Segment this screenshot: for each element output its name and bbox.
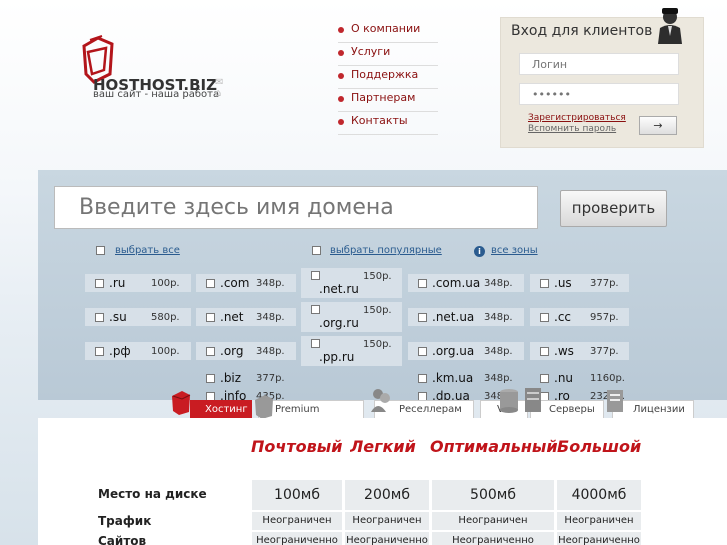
plan-cell: Неограничен: [557, 512, 641, 530]
login-field[interactable]: [519, 53, 679, 75]
zone-checkbox[interactable]: [418, 279, 427, 288]
zone-item[interactable]: .us 377р.: [530, 274, 629, 292]
box-icon: [172, 391, 191, 415]
plan-cell: 500мб: [432, 480, 554, 510]
plan-name: Большой: [557, 437, 641, 456]
nav-item-partners[interactable]: Партнерам: [338, 89, 438, 112]
zone-item[interactable]: .org.ru 150р.: [301, 302, 402, 332]
bullet-icon: [338, 96, 344, 102]
plan-cell: 100мб: [252, 480, 342, 510]
plan-name: Оптимальный: [430, 437, 558, 456]
zone-checkbox[interactable]: [418, 313, 427, 322]
zone-checkbox[interactable]: [540, 347, 549, 356]
info-icon[interactable]: i: [474, 246, 485, 257]
zone-item[interactable]: .net 348р.: [196, 308, 296, 326]
plan-cell: Неограниченно: [557, 532, 641, 545]
zone-item[interactable]: .km.ua 348р.: [408, 369, 524, 387]
sitemap-icon[interactable]: ⌂: [215, 88, 221, 99]
zone-checkbox[interactable]: [95, 347, 104, 356]
plan-cell: Неограниченно: [345, 532, 429, 545]
user-icon: [658, 8, 682, 44]
zone-checkbox[interactable]: [418, 374, 427, 383]
zone-checkbox[interactable]: [540, 313, 549, 322]
zone-checkbox[interactable]: [311, 305, 320, 314]
zone-item[interactable]: .cc 957р.: [530, 308, 629, 326]
select-popular-link[interactable]: выбрать популярные: [330, 245, 442, 256]
check-domain-button[interactable]: проверить: [560, 190, 667, 227]
zone-item[interactable]: .org 348р.: [196, 342, 296, 360]
domain-search-input[interactable]: [54, 186, 538, 229]
main-nav: О компании Услуги Поддержка Партнерам Ко…: [338, 20, 438, 135]
mail-icon[interactable]: ✉: [215, 77, 223, 88]
register-link[interactable]: Зарегистрироваться: [528, 113, 626, 123]
zone-checkbox[interactable]: [540, 374, 549, 383]
zone-checkbox[interactable]: [95, 313, 104, 322]
users-icon: [371, 389, 390, 412]
select-all-checkbox[interactable]: [96, 246, 105, 255]
plan-cell: 4000мб: [557, 480, 641, 510]
zone-checkbox[interactable]: [418, 347, 427, 356]
row-label-disk: Место на диске: [98, 487, 207, 501]
forgot-password-link[interactable]: Вспомнить пароль: [528, 124, 616, 134]
all-zones-link[interactable]: все зоны: [491, 245, 538, 256]
plan-cell: Неограничен: [252, 512, 342, 530]
zone-item[interactable]: .net.ua 348р.: [408, 308, 524, 326]
zone-item[interactable]: .ws 377р.: [530, 342, 629, 360]
plan-cell: Неограничен: [345, 512, 429, 530]
zone-checkbox[interactable]: [206, 279, 215, 288]
plan-cell: 200мб: [345, 480, 429, 510]
zone-checkbox[interactable]: [206, 313, 215, 322]
zone-checkbox[interactable]: [540, 279, 549, 288]
zone-item[interactable]: .com.ua 348р.: [408, 274, 524, 292]
password-field[interactable]: [519, 83, 679, 105]
select-popular-checkbox[interactable]: [312, 246, 321, 255]
bullet-icon: [338, 119, 344, 125]
nav-item-services[interactable]: Услуги: [338, 43, 438, 66]
plan-cell: Неограниченно: [252, 532, 342, 545]
license-icon: [607, 390, 623, 412]
zone-item[interactable]: .nu 1160р.: [530, 369, 629, 387]
plan-name: Почтовый: [251, 437, 343, 456]
select-all-link[interactable]: выбрать все: [115, 245, 180, 256]
zone-checkbox[interactable]: [311, 271, 320, 280]
row-label-sites: Сайтов: [98, 534, 147, 545]
zone-item[interactable]: .рф 100р.: [85, 342, 191, 360]
zone-item[interactable]: .ru 100р.: [85, 274, 191, 292]
brand-tagline: ваш сайт - наша работа: [93, 89, 220, 100]
plan-cell: Неограничен: [432, 512, 554, 530]
bullet-icon: [338, 50, 344, 56]
plan-cell: Неограниченно: [432, 532, 554, 545]
server-stack-icon: [500, 389, 518, 413]
zone-item[interactable]: .su 580р.: [85, 308, 191, 326]
zone-checkbox[interactable]: [95, 279, 104, 288]
zone-item[interactable]: .pp.ru 150р.: [301, 336, 402, 366]
server-icon: [525, 388, 541, 412]
box-gray-icon: [255, 395, 273, 419]
nav-item-about[interactable]: О компании: [338, 20, 438, 43]
zone-item[interactable]: .org.ua 348р.: [408, 342, 524, 360]
nav-item-support[interactable]: Поддержка: [338, 66, 438, 89]
plan-name: Легкий: [350, 437, 416, 456]
login-title: Вход для клиентов: [511, 23, 653, 39]
tab-hosting[interactable]: Хостинг: [190, 400, 252, 420]
zone-item[interactable]: .biz 377р.: [196, 369, 296, 387]
zone-checkbox[interactable]: [206, 374, 215, 383]
zone-item[interactable]: .com 348р.: [196, 274, 296, 292]
bullet-icon: [338, 73, 344, 79]
row-label-traffic: Трафик: [98, 514, 152, 528]
zone-checkbox[interactable]: [311, 339, 320, 348]
login-submit-button[interactable]: →: [639, 116, 677, 135]
nav-item-contacts[interactable]: Контакты: [338, 112, 438, 135]
zone-checkbox[interactable]: [206, 347, 215, 356]
bullet-icon: [338, 27, 344, 33]
zone-item[interactable]: .net.ru 150р.: [301, 268, 402, 298]
